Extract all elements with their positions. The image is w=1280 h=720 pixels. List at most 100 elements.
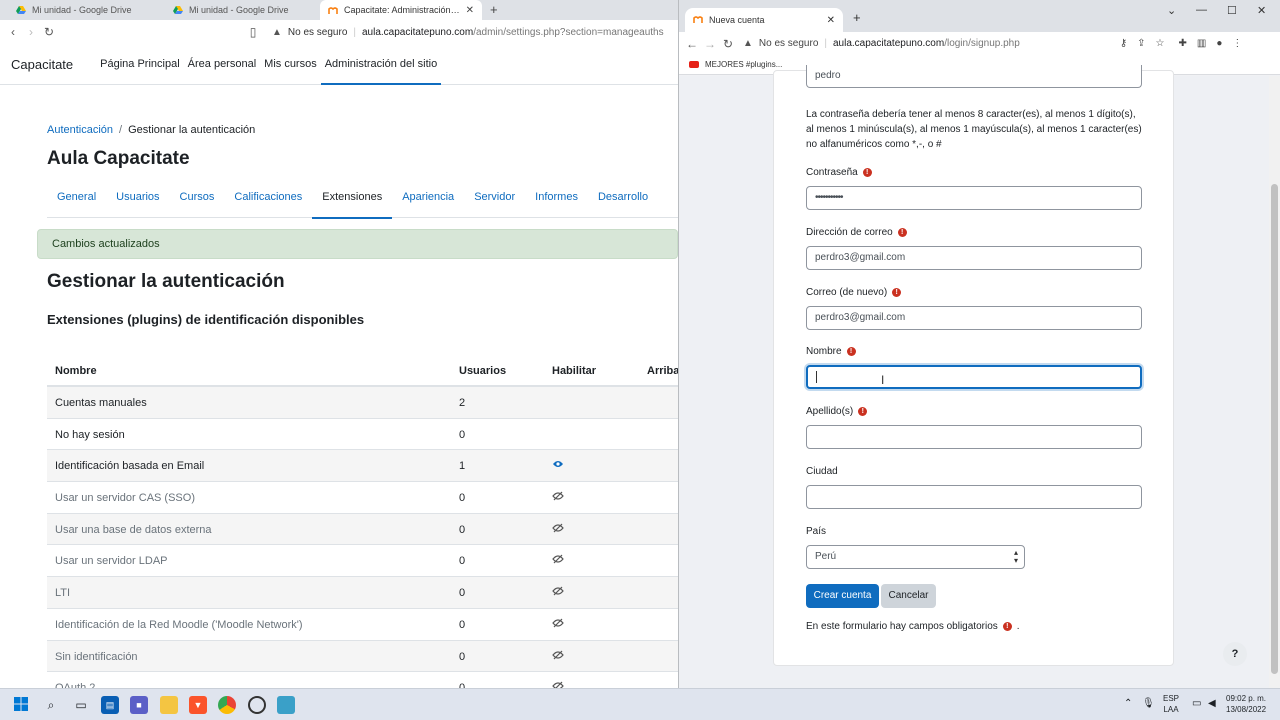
table-row: Cuentas manuales 2: [47, 387, 678, 419]
key-icon[interactable]: ⚷: [1120, 38, 1127, 49]
tab-users[interactable]: Usuarios: [106, 178, 169, 218]
forward-icon[interactable]: →: [701, 37, 719, 51]
microphone-icon[interactable]: 🎙: [1142, 698, 1155, 709]
country-select[interactable]: Perú ▴ ▾: [806, 545, 1025, 569]
required-note: En este formulario hay campos obligatori…: [806, 621, 1020, 632]
plugin-name: Usar un servidor LDAP: [55, 555, 168, 568]
eye-slash-icon[interactable]: [552, 618, 564, 631]
required-icon: !: [892, 288, 902, 297]
tab-plugins[interactable]: Extensiones: [312, 178, 393, 219]
eye-icon[interactable]: [552, 459, 564, 472]
email-confirm-input[interactable]: perdro3@gmail.com: [806, 306, 1142, 330]
username-input[interactable]: pedro: [806, 65, 1142, 88]
tab-google-drive-2[interactable]: Mi unidad - Google Drive: [165, 0, 320, 20]
table-row: Sin identificación 0: [47, 640, 678, 673]
tab-google-drive-1[interactable]: Mi unidad - Google Drive: [8, 0, 168, 20]
clock[interactable]: 09:02 p. m. 13/08/2022: [1226, 693, 1266, 715]
close-tab-icon[interactable]: ✕: [466, 5, 474, 16]
tab-grades[interactable]: Calificaciones: [224, 178, 312, 218]
close-window-icon[interactable]: ✕: [1257, 4, 1266, 17]
profile-icon[interactable]: ●: [1216, 38, 1222, 49]
language-indicator[interactable]: ESP LAA: [1163, 693, 1179, 715]
nav-my-courses[interactable]: Mis cursos: [260, 44, 321, 85]
reload-icon[interactable]: ↻: [40, 25, 58, 39]
eye-slash-icon[interactable]: [552, 491, 564, 504]
city-input[interactable]: [806, 485, 1142, 509]
brave-icon[interactable]: ▼: [189, 696, 207, 714]
bookmark-icon[interactable]: ▯: [244, 25, 262, 39]
section-subheading: Extensiones (plugins) de identificación …: [47, 312, 365, 327]
firstname-input[interactable]: I: [806, 365, 1142, 389]
breadcrumb-current: Gestionar la autenticación: [128, 124, 256, 136]
file-explorer-icon[interactable]: [160, 696, 178, 714]
windows-start-icon[interactable]: [12, 696, 30, 714]
eye-slash-icon[interactable]: [552, 523, 564, 536]
share-icon[interactable]: ⇪: [1137, 38, 1145, 49]
eye-slash-icon[interactable]: [552, 586, 564, 599]
back-icon[interactable]: ‹: [4, 25, 22, 39]
right-address-bar: ← → ↻ ▲ No es seguro | aula.capacitatepu…: [679, 32, 1280, 55]
plugin-name: Usar un servidor CAS (SSO): [55, 492, 195, 505]
email-input[interactable]: perdro3@gmail.com: [806, 246, 1142, 270]
help-button[interactable]: ?: [1223, 642, 1247, 666]
url-divider: |: [824, 38, 827, 49]
tab-reports[interactable]: Informes: [525, 178, 588, 218]
chat-icon[interactable]: ■: [130, 696, 148, 714]
back-icon[interactable]: ←: [683, 37, 701, 51]
plugin-name: Usar una base de datos externa: [55, 523, 212, 536]
eye-slash-icon[interactable]: [552, 681, 564, 688]
plugin-user-count: 0: [459, 587, 466, 600]
extensions-icon[interactable]: ✚: [1179, 38, 1187, 49]
create-account-button[interactable]: Crear cuenta: [806, 584, 879, 608]
forward-icon[interactable]: ›: [22, 25, 40, 39]
url-host[interactable]: aula.capacitatepuno.com: [362, 27, 473, 38]
task-view-icon[interactable]: ▭: [72, 696, 90, 714]
success-alert: Cambios actualizados: [37, 229, 678, 259]
network-icon[interactable]: ▭: [1192, 698, 1201, 709]
volume-icon[interactable]: ◀: [1208, 698, 1216, 709]
text-cursor-icon: I: [881, 373, 885, 387]
eye-slash-icon[interactable]: [552, 554, 564, 567]
minimize-icon[interactable]: —: [1196, 4, 1207, 16]
tab-server[interactable]: Servidor: [464, 178, 525, 218]
tab-new-account[interactable]: Nueva cuenta ✕: [685, 8, 843, 32]
star-icon[interactable]: ☆: [1156, 38, 1165, 49]
url-path[interactable]: /login/signup.php: [944, 38, 1020, 49]
sidepanel-icon[interactable]: ▥: [1197, 38, 1206, 49]
url-path[interactable]: /admin/settings.php?section=manageauths: [473, 27, 663, 38]
tab-appearance[interactable]: Apariencia: [392, 178, 464, 218]
new-tab-button[interactable]: +: [490, 2, 498, 17]
menu-icon[interactable]: ⋮: [1232, 38, 1242, 49]
tab-development[interactable]: Desarrollo: [588, 178, 658, 218]
reload-icon[interactable]: ↻: [719, 37, 737, 51]
close-tab-icon[interactable]: ✕: [827, 15, 835, 26]
site-brand[interactable]: Capacitate: [11, 57, 73, 72]
search-icon[interactable]: ⌕: [42, 696, 60, 714]
nav-site-admin[interactable]: Administración del sitio: [320, 44, 442, 85]
tab-courses[interactable]: Cursos: [170, 178, 225, 218]
url-host[interactable]: aula.capacitatepuno.com: [833, 38, 944, 49]
notepad-icon[interactable]: [277, 696, 295, 714]
cancel-button[interactable]: Cancelar: [881, 584, 936, 608]
country-label: País: [806, 526, 827, 537]
eye-slash-icon[interactable]: [552, 650, 564, 663]
auth-plugins-table: Nombre Usuarios Habilitar Arriba/ Cuenta…: [47, 355, 678, 688]
tab-general[interactable]: General: [47, 178, 106, 218]
widgets-icon[interactable]: ▤: [101, 696, 119, 714]
tray-chevron-icon[interactable]: ⌃: [1124, 698, 1132, 709]
new-tab-button[interactable]: +: [853, 10, 861, 25]
nav-home[interactable]: Página Principal: [96, 44, 184, 85]
tab-capacitate-admin[interactable]: Capacitate: Administración: Exten ✕: [320, 0, 482, 20]
maximize-icon[interactable]: ☐: [1227, 4, 1237, 17]
nav-dashboard[interactable]: Área personal: [184, 44, 261, 85]
app-icon[interactable]: [248, 696, 266, 714]
moodle-icon: [328, 5, 338, 15]
password-input[interactable]: •••••••••••: [806, 186, 1142, 210]
tab-search-icon[interactable]: ⌄: [1167, 4, 1176, 17]
chrome-icon[interactable]: [218, 696, 236, 714]
scroll-thumb[interactable]: [1271, 184, 1278, 674]
bookmark-item[interactable]: MEJORES #plugins...: [705, 60, 782, 69]
page-scrollbar[interactable]: [1269, 76, 1280, 688]
breadcrumb-link[interactable]: Autenticación: [47, 124, 113, 136]
lastname-input[interactable]: [806, 425, 1142, 449]
